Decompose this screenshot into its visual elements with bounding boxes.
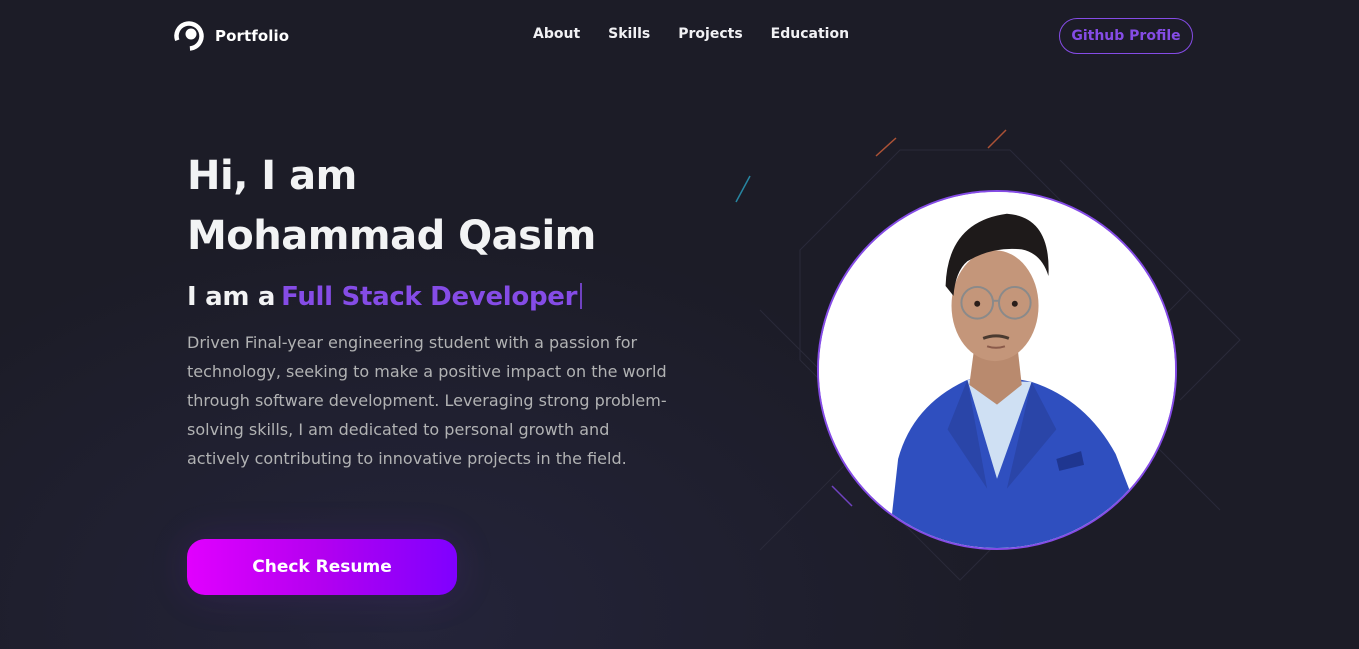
typing-cursor	[580, 283, 583, 309]
logo-link[interactable]: Portfolio	[173, 20, 289, 52]
nav-link-projects[interactable]: Projects	[678, 26, 742, 42]
github-profile-button[interactable]: Github Profile	[1059, 18, 1193, 54]
logo-text: Portfolio	[215, 27, 290, 45]
page: Portfolio About Skills Projects Educatio…	[0, 0, 1359, 649]
role-prefix: I am a	[187, 282, 276, 312]
nav-links: About Skills Projects Education	[533, 26, 877, 42]
profile-portrait-illustration	[819, 192, 1175, 548]
profile-image	[817, 190, 1177, 550]
navbar: Portfolio About Skills Projects Educatio…	[0, 0, 1359, 72]
hero-greeting: Hi, I am	[187, 153, 357, 199]
hero-name: Mohammad Qasim	[187, 213, 596, 259]
ring-logo-icon	[174, 21, 204, 51]
check-resume-button[interactable]: Check Resume	[187, 539, 457, 595]
role-line: I am a Full Stack Developer	[187, 278, 583, 316]
hero-bio: Driven Final-year engineering student wi…	[187, 333, 667, 468]
nav-link-skills[interactable]: Skills	[608, 26, 650, 42]
role-text: Full Stack Developer	[281, 282, 578, 312]
nav-link-about[interactable]: About	[533, 26, 580, 42]
hero-title: Hi, I am Mohammad Qasim	[187, 146, 596, 266]
nav-link-education[interactable]: Education	[771, 26, 849, 42]
